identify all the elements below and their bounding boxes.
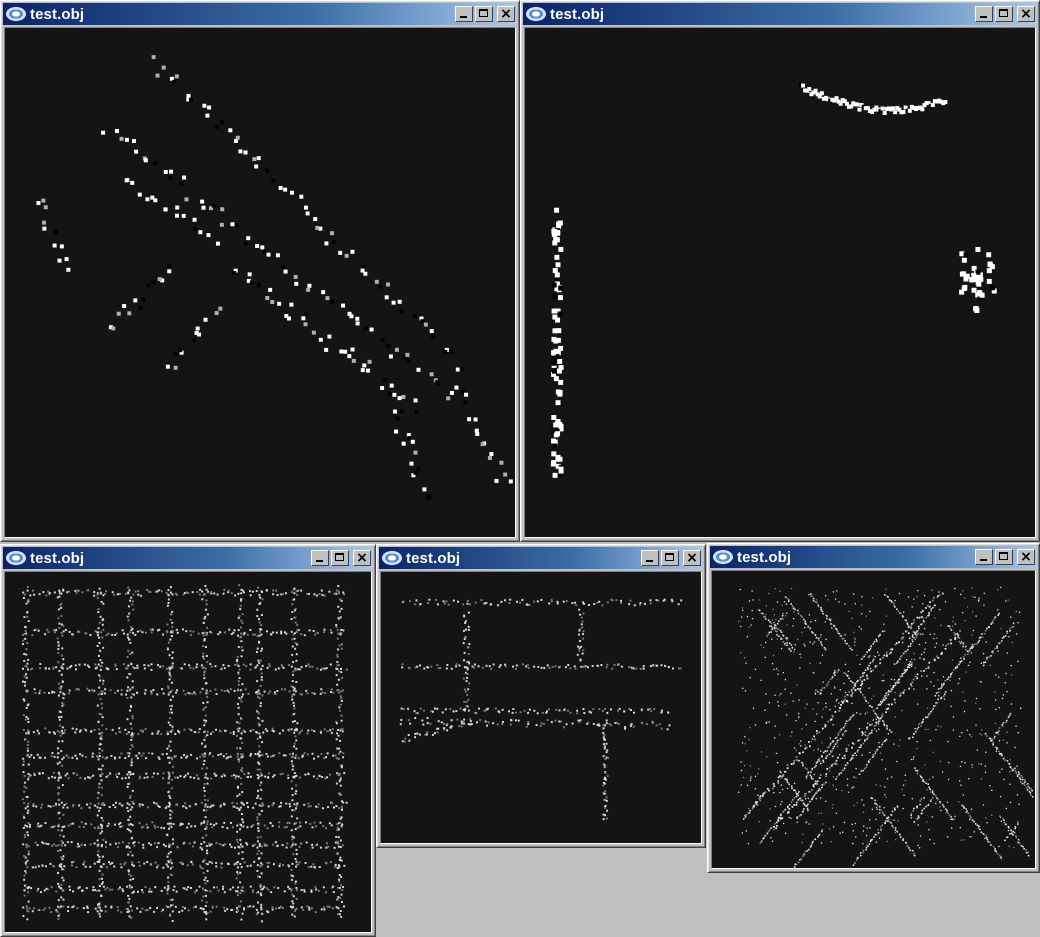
minimize-icon [316,560,323,562]
maximize-button[interactable] [331,550,349,566]
close-button[interactable]: × [683,550,701,566]
title-bar[interactable]: test.obj × [379,547,703,569]
title-bar[interactable]: test.obj × [3,547,373,569]
point-cloud-view[interactable] [381,572,701,843]
point-cloud-view[interactable] [712,571,1035,868]
window-4[interactable]: test.obj × [376,544,706,848]
point-cloud-view[interactable] [5,28,515,537]
point-cloud-view[interactable] [525,28,1035,537]
window-1[interactable]: test.obj × [0,0,520,542]
window-2[interactable]: test.obj × [520,0,1040,542]
app-icon[interactable] [6,7,26,21]
maximize-button[interactable] [995,549,1013,565]
maximize-icon [999,9,1008,17]
point-cloud-points [738,586,1034,868]
window-title: test.obj [30,5,85,23]
close-icon: × [356,550,368,566]
minimize-button[interactable] [311,550,329,566]
point-cloud-points [36,55,513,500]
viewport-canvas[interactable] [711,570,1036,869]
app-icon[interactable] [713,550,733,564]
close-button[interactable]: × [1017,6,1035,22]
window-title: test.obj [406,549,461,567]
app-icon[interactable] [382,551,402,565]
maximize-icon [665,553,674,561]
maximize-icon [479,9,488,17]
maximize-button[interactable] [995,6,1013,22]
title-bar[interactable]: test.obj × [710,546,1037,568]
window-5[interactable]: test.obj × [707,543,1040,873]
app-icon[interactable] [6,551,26,565]
window-title: test.obj [550,5,605,23]
minimize-button[interactable] [975,549,993,565]
title-bar[interactable]: test.obj × [523,3,1037,25]
minimize-icon [460,16,467,18]
point-cloud-points [399,598,683,821]
minimize-button[interactable] [641,550,659,566]
close-button[interactable]: × [497,6,515,22]
maximize-icon [999,552,1008,560]
viewport-canvas[interactable] [4,571,372,933]
maximize-button[interactable] [475,6,493,22]
close-icon: × [1020,549,1032,565]
minimize-icon [980,559,987,561]
point-cloud-points [550,83,997,478]
window-title: test.obj [30,549,85,567]
minimize-icon [646,560,653,562]
app-icon[interactable] [526,7,546,21]
window-title: test.obj [737,548,792,566]
minimize-button[interactable] [975,6,993,22]
close-icon: × [686,550,698,566]
close-button[interactable]: × [1017,549,1035,565]
maximize-icon [335,553,344,561]
title-bar[interactable]: test.obj × [3,3,517,25]
viewport-canvas[interactable] [524,27,1036,538]
point-cloud-points [21,584,348,923]
viewport-canvas[interactable] [380,571,702,844]
point-cloud-view[interactable] [5,572,371,932]
window-3[interactable]: test.obj × [0,544,376,937]
close-icon: × [1020,6,1032,22]
close-button[interactable]: × [353,550,371,566]
maximize-button[interactable] [661,550,679,566]
close-icon: × [500,6,512,22]
minimize-button[interactable] [455,6,473,22]
viewport-canvas[interactable] [4,27,516,538]
minimize-icon [980,16,987,18]
